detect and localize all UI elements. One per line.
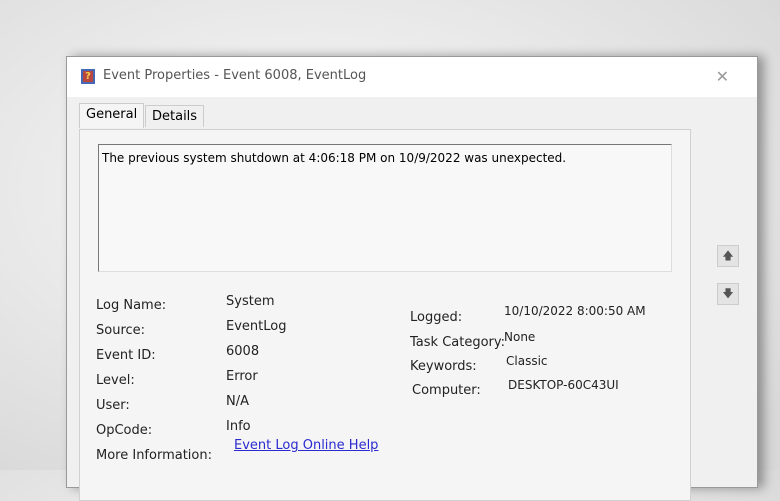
previous-event-button[interactable]: 🡅 [717, 245, 739, 267]
tab-details[interactable]: Details [145, 105, 205, 127]
logged-value: 10/10/2022 8:00:50 AM [504, 304, 646, 318]
level-value: Error [226, 369, 258, 384]
event-message[interactable]: The previous system shutdown at 4:06:18 … [98, 144, 672, 272]
tab-general[interactable]: General [79, 103, 145, 128]
user-label: User: [96, 398, 130, 413]
event-id-value: 6008 [226, 344, 260, 359]
logged-label: Logged: [410, 310, 463, 325]
general-panel: The previous system shutdown at 4:06:18 … [79, 129, 691, 501]
title-bar: ? Event Properties - Event 6008, EventLo… [67, 57, 757, 97]
task-category-label: Task Category: [410, 335, 506, 350]
next-event-button[interactable]: 🡇 [717, 283, 739, 305]
level-label: Level: [96, 373, 135, 388]
opcode-label: OpCode: [96, 423, 153, 438]
user-value: N/A [226, 394, 249, 409]
opcode-value: Info [226, 419, 251, 434]
event-properties-window: ? Event Properties - Event 6008, EventLo… [66, 56, 758, 501]
source-label: Source: [96, 323, 146, 338]
computer-label: Computer: [412, 383, 481, 398]
task-category-value: None [504, 330, 536, 344]
source-value: EventLog [226, 319, 287, 334]
window-title: Event Properties - Event 6008, EventLog [103, 68, 367, 83]
computer-value: DESKTOP-60C43UI [508, 378, 619, 392]
log-name-value: System [226, 294, 275, 309]
log-name-label: Log Name: [96, 298, 167, 313]
event-viewer-icon: ? [81, 69, 95, 84]
event-id-label: Event ID: [96, 348, 156, 363]
more-info-label: More Information: [96, 448, 212, 463]
online-help-link[interactable]: Event Log Online Help [234, 438, 378, 453]
close-button[interactable]: ✕ [716, 67, 729, 86]
keywords-value: Classic [506, 354, 548, 368]
keywords-label: Keywords: [410, 359, 477, 374]
